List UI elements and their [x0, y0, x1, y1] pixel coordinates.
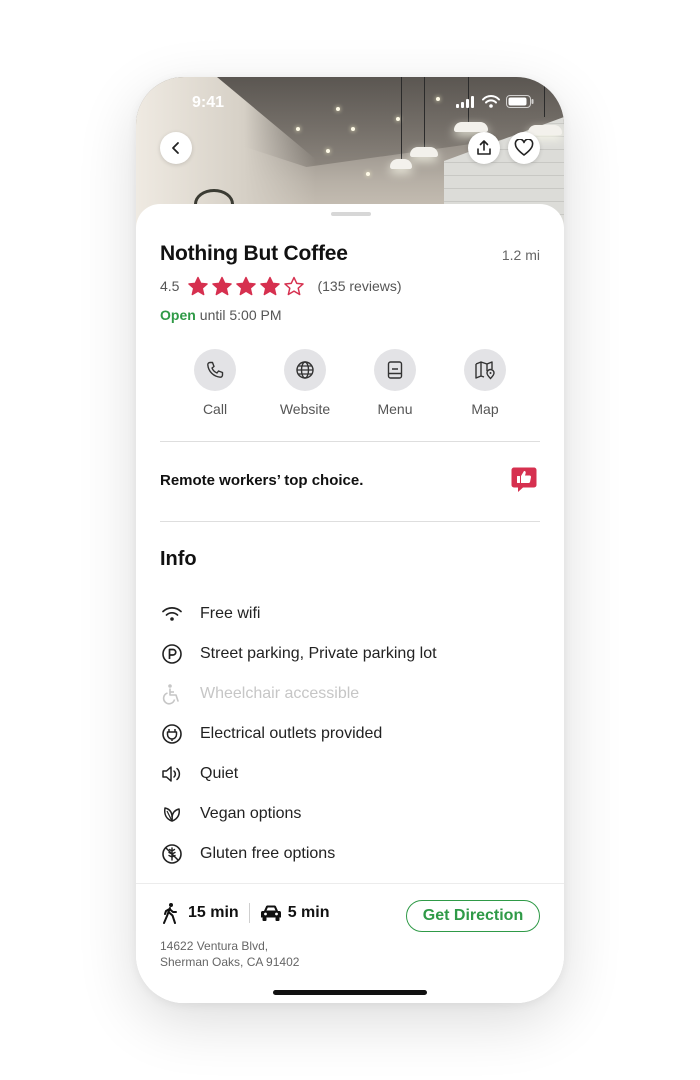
star-filled-icon — [188, 276, 209, 296]
map-label: Map — [471, 401, 499, 417]
info-label: Street parking, Private parking lot — [200, 645, 437, 662]
info-item-gluten-free: Gluten free options — [160, 834, 540, 874]
wifi-status-icon — [482, 95, 500, 108]
outlet-icon — [162, 724, 182, 744]
home-indicator[interactable] — [273, 990, 427, 995]
parking-icon — [162, 644, 182, 664]
place-name: Nothing But Coffee — [160, 242, 348, 265]
address-line-2: Sherman Oaks, CA 91402 — [160, 955, 300, 969]
speaker-icon — [162, 766, 181, 782]
share-button[interactable] — [468, 132, 500, 164]
map-action[interactable]: Map — [445, 349, 525, 417]
review-count[interactable]: (135 reviews) — [317, 278, 401, 294]
divider — [160, 441, 540, 442]
rating-value: 4.5 — [160, 278, 180, 294]
phone-frame: 9:41 Nothing But Coffee 1.2 mi 4.5 (135 … — [136, 77, 564, 1003]
info-label: Wheelchair accessible — [200, 685, 360, 702]
car-icon — [260, 905, 281, 921]
chevron-left-icon — [172, 142, 179, 154]
cellular-signal-icon — [456, 95, 474, 108]
info-label: Electrical outlets provided — [200, 725, 383, 742]
info-label: Free wifi — [200, 605, 261, 622]
status-bar: 9:41 — [136, 91, 564, 115]
info-label: Quiet — [200, 765, 239, 782]
info-item-wheelchair: Wheelchair accessible — [160, 674, 540, 714]
share-icon — [477, 140, 491, 155]
info-item-outlets: Electrical outlets provided — [160, 714, 540, 754]
globe-icon — [296, 361, 314, 379]
thumbs-up-badge-icon — [510, 466, 538, 499]
info-label: Vegan options — [200, 805, 302, 822]
place-distance: 1.2 mi — [501, 247, 540, 263]
directions-footer: 15 min 5 min 14622 Ventura Blvd, Sherman… — [136, 883, 564, 1003]
menu-book-icon — [387, 361, 403, 379]
address: 14622 Ventura Blvd, Sherman Oaks, CA 914… — [160, 938, 299, 970]
website-action[interactable]: Website — [265, 349, 345, 417]
back-button[interactable] — [160, 132, 192, 164]
highlight-text: Remote workers’ top choice. — [160, 472, 364, 489]
info-list: Free wifi Street parking, Private parkin… — [160, 594, 540, 874]
address-line-1: 14622 Ventura Blvd, — [160, 939, 269, 953]
status-time: 9:41 — [192, 94, 225, 111]
info-label: Gluten free options — [200, 845, 336, 862]
favorite-button[interactable] — [508, 132, 540, 164]
hours-row: Open until 5:00 PM — [160, 307, 282, 323]
hours-text: until 5:00 PM — [199, 307, 282, 323]
info-item-quiet: Quiet — [160, 754, 540, 794]
rating-row: 4.5 (135 reviews) — [160, 276, 402, 296]
heart-icon — [514, 139, 534, 156]
open-status: Open — [160, 307, 196, 323]
star-outline-icon — [284, 276, 305, 296]
leaf-icon — [164, 807, 180, 822]
info-heading: Info — [160, 548, 197, 570]
get-direction-button[interactable]: Get Direction — [406, 900, 540, 932]
divider — [160, 521, 540, 522]
menu-action[interactable]: Menu — [355, 349, 435, 417]
menu-label: Menu — [377, 401, 413, 417]
battery-icon — [506, 95, 534, 108]
website-label: Website — [279, 401, 331, 417]
phone-icon — [207, 361, 224, 378]
sheet-grabber[interactable] — [331, 212, 371, 216]
walking-icon — [163, 903, 177, 924]
star-filled-icon — [260, 276, 281, 296]
info-item-parking: Street parking, Private parking lot — [160, 634, 540, 674]
wheelchair-icon — [162, 684, 179, 705]
info-item-wifi: Free wifi — [160, 594, 540, 634]
drive-time: 5 min — [287, 904, 330, 921]
call-label: Call — [202, 401, 228, 417]
star-filled-icon — [236, 276, 257, 296]
star-rating — [187, 276, 305, 296]
wifi-icon — [162, 607, 182, 621]
quick-actions: Call Website Menu Map — [160, 349, 540, 419]
star-filled-icon — [212, 276, 233, 296]
map-icon — [475, 361, 495, 380]
travel-times: 15 min 5 min — [160, 902, 329, 924]
call-action[interactable]: Call — [175, 349, 255, 417]
walk-time: 15 min — [188, 904, 239, 921]
gluten-free-icon — [162, 844, 182, 864]
info-item-vegan: Vegan options — [160, 794, 540, 834]
